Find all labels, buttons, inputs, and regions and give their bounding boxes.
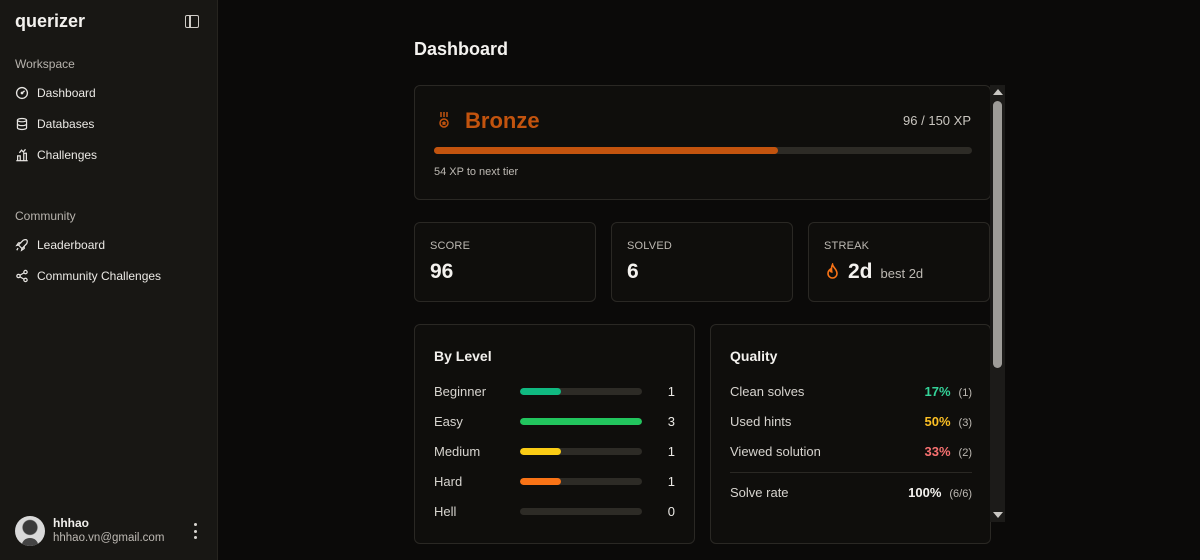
level-name: Easy [434, 414, 463, 429]
level-row: Beginner 1 [434, 384, 677, 400]
brand-logo[interactable]: querizer [15, 11, 85, 32]
level-progress-bar [520, 418, 642, 425]
quality-count: (2) [958, 447, 972, 459]
section-label-workspace: Workspace [15, 57, 75, 71]
avatar[interactable] [15, 516, 45, 546]
quality-row-solve-rate: Solve rate 100% (6/6) [730, 485, 972, 501]
divider [730, 472, 972, 473]
rocket-icon [15, 239, 28, 252]
quality-percent: 100% [908, 485, 942, 500]
xp-progress-bar [434, 147, 972, 154]
user-name: hhhao [53, 516, 89, 530]
quality-count: (1) [958, 387, 972, 399]
sidebar-item-label: Databases [37, 117, 95, 131]
streak-best: best 2d [880, 266, 924, 281]
sidebar-item-label: Community Challenges [37, 269, 162, 283]
user-profile[interactable]: hhhao hhhao.vn@gmail.com [15, 515, 205, 547]
level-count: 1 [667, 474, 675, 489]
level-count: 3 [667, 414, 675, 429]
scroll-up-arrow-icon[interactable] [993, 89, 1003, 95]
quality-row: Used hints 50% (3) [730, 414, 972, 430]
level-row: Hell 0 [434, 504, 677, 520]
sidebar-item-label: Dashboard [37, 86, 96, 100]
card-title: By Level [434, 348, 492, 364]
user-email: hhhao.vn@gmail.com [53, 532, 165, 544]
level-progress-fill [520, 448, 561, 455]
quality-label: Clean solves [730, 384, 805, 399]
sidebar-item-community-challenges[interactable]: Community Challenges [15, 266, 205, 286]
sidebar: querizer Workspace Dashboard Databases C… [0, 0, 218, 560]
level-name: Medium [434, 444, 481, 459]
level-row: Hard 1 [434, 474, 677, 490]
scrollbar-thumb[interactable] [993, 101, 1002, 368]
sidebar-item-dashboard[interactable]: Dashboard [15, 83, 205, 103]
stat-label: SCORE [430, 240, 471, 252]
flame-icon [827, 263, 838, 279]
sidebar-toggle-icon[interactable] [185, 15, 199, 28]
level-name: Hard [434, 474, 463, 489]
quality-count: (6/6) [949, 488, 972, 500]
tier-card: Bronze 96 / 150 XP 54 XP to next tier [414, 85, 991, 200]
level-name: Hell [434, 504, 457, 519]
stat-value: 2d [848, 260, 873, 283]
level-count: 1 [667, 384, 675, 399]
sidebar-item-leaderboard[interactable]: Leaderboard [15, 235, 205, 255]
by-level-card: By Level Beginner 1 Easy 3 Medium 1 Hard 1 Hell 0 [414, 324, 695, 544]
level-progress-bar [520, 508, 642, 515]
stat-label: SOLVED [627, 240, 673, 252]
scrollbar[interactable] [990, 85, 1005, 522]
quality-count: (3) [958, 417, 972, 429]
sidebar-item-challenges[interactable]: Challenges [15, 145, 205, 165]
challenges-icon [16, 148, 28, 162]
level-count: 1 [667, 444, 675, 459]
card-title: Quality [730, 348, 778, 364]
level-progress-bar [520, 478, 642, 485]
scroll-down-arrow-icon[interactable] [993, 512, 1003, 518]
level-row: Easy 3 [434, 414, 677, 430]
quality-percent: 50% [924, 414, 951, 429]
sidebar-item-databases[interactable]: Databases [15, 114, 205, 134]
page-title: Dashboard [414, 39, 509, 59]
share-icon [16, 269, 28, 283]
level-name: Beginner [434, 384, 487, 399]
level-progress-bar [520, 448, 642, 455]
xp-next-tier-text: 54 XP to next tier [434, 166, 519, 178]
stat-card-score: SCORE 96 [414, 222, 596, 302]
sidebar-item-label: Leaderboard [37, 238, 106, 252]
gauge-icon [15, 86, 29, 100]
level-row: Medium 1 [434, 444, 677, 460]
quality-row: Clean solves 17% (1) [730, 384, 972, 400]
stat-card-streak: STREAK 2d best 2d [808, 222, 990, 302]
stat-card-solved: SOLVED 6 [611, 222, 793, 302]
xp-progress-fill [434, 147, 779, 154]
quality-label: Viewed solution [730, 444, 821, 459]
quality-percent: 33% [924, 444, 951, 459]
level-progress-fill [520, 478, 561, 485]
database-icon [16, 117, 28, 131]
more-vertical-icon[interactable] [191, 523, 199, 539]
section-label-community: Community [15, 209, 76, 223]
sidebar-item-label: Challenges [37, 148, 98, 162]
level-progress-bar [520, 388, 642, 395]
stat-label: STREAK [824, 240, 870, 252]
quality-card: Quality Clean solves 17% (1) Used hints 50% (… [710, 324, 991, 544]
stat-value: 96 [430, 260, 454, 283]
xp-text: 96 / 150 XP [903, 113, 971, 128]
stat-value: 6 [627, 260, 639, 283]
quality-label: Used hints [730, 414, 792, 429]
level-count: 0 [667, 504, 675, 519]
quality-row: Viewed solution 33% (2) [730, 444, 972, 460]
medal-icon [439, 112, 449, 128]
level-progress-fill [520, 388, 561, 395]
quality-percent: 17% [924, 384, 951, 399]
tier-name: Bronze [465, 108, 540, 133]
level-progress-fill [520, 418, 642, 425]
quality-label: Solve rate [730, 485, 789, 500]
